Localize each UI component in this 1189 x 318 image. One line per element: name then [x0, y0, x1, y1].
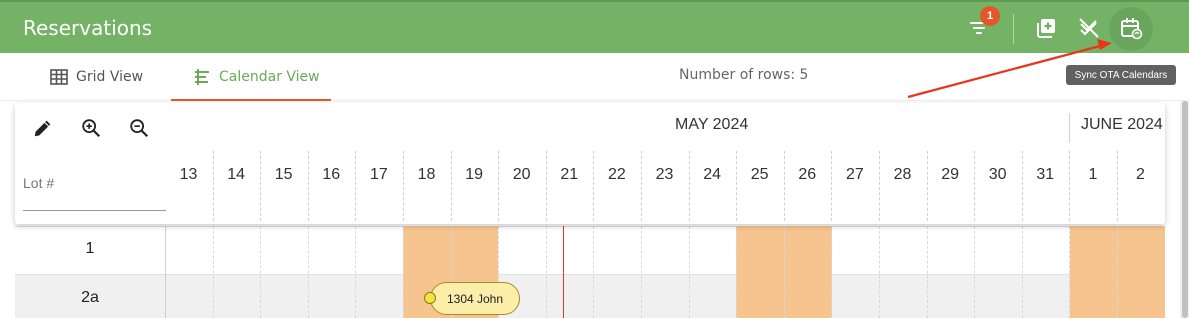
day-label: 17 — [369, 166, 388, 183]
month-label: JUNE 2024 — [1081, 116, 1163, 133]
day-label: 13 — [179, 166, 198, 183]
day-separator — [879, 151, 880, 221]
sync-calendar-icon[interactable] — [1117, 14, 1145, 42]
day-label: 20 — [512, 166, 531, 183]
day-grid-line — [1117, 226, 1118, 318]
day-separator — [831, 151, 833, 221]
filter-badge: 1 — [980, 6, 1000, 26]
day-grid-line — [831, 226, 833, 318]
day-separator — [212, 151, 214, 221]
day-label: 22 — [607, 166, 626, 183]
day-label: 18 — [417, 166, 436, 183]
day-grid-line — [926, 226, 928, 318]
day-separator — [736, 151, 738, 221]
day-label: 29 — [941, 166, 959, 183]
day-grid-line — [879, 226, 880, 318]
day-label: 28 — [893, 166, 912, 183]
day-separator — [403, 151, 404, 221]
day-separator — [641, 151, 642, 221]
day-separator — [688, 151, 690, 221]
lot-column-divider — [165, 226, 166, 318]
day-label: 23 — [655, 166, 674, 183]
tab-calendar-view[interactable]: Calendar View — [193, 53, 320, 101]
zoom-in-icon[interactable] — [76, 113, 106, 143]
month-separator — [1069, 113, 1070, 143]
day-grid-line — [212, 226, 214, 318]
grid-icon — [50, 69, 68, 85]
lot-header: Lot # — [23, 175, 55, 191]
reservation-chip[interactable]: 1304 John — [430, 282, 520, 315]
day-grid-line — [260, 226, 262, 318]
day-label: 27 — [845, 166, 864, 183]
lot-header-underline — [23, 210, 166, 211]
day-separator — [926, 151, 928, 221]
day-label: 15 — [274, 166, 293, 183]
day-grid-line — [783, 226, 785, 318]
day-separator — [1069, 151, 1071, 221]
day-separator — [545, 151, 547, 221]
day-separator — [974, 151, 976, 221]
day-grid-line — [545, 226, 547, 318]
add-reservation-icon[interactable] — [1032, 14, 1060, 42]
day-label: 24 — [703, 166, 721, 183]
day-separator — [783, 151, 785, 221]
calendar-header: MAY 2024 JUNE 2024 Lot # 13 14 15 16 17 18 19 2… — [15, 103, 1165, 224]
sync-tooltip: Sync OTA Calendars — [1066, 65, 1176, 85]
day-separator — [260, 151, 262, 221]
tab-grid-view[interactable]: Grid View — [50, 53, 143, 101]
zoom-out-icon[interactable] — [124, 113, 154, 143]
day-label: 21 — [560, 166, 579, 183]
day-label: 25 — [750, 166, 769, 183]
day-grid-line — [736, 226, 738, 318]
app-header: Reservations 1 — [0, 0, 1189, 53]
day-label: 19 — [465, 166, 483, 183]
unsync-icon[interactable] — [1075, 14, 1103, 42]
day-separator — [307, 151, 309, 221]
day-separator — [1021, 151, 1023, 221]
lot-label: 1 — [85, 240, 95, 257]
today-marker — [563, 226, 564, 318]
day-grid-line — [1069, 226, 1071, 318]
rows-count: Number of rows: 5 — [679, 67, 809, 83]
day-separator — [1117, 151, 1118, 221]
day-grid-line — [307, 226, 309, 318]
view-tabs: Grid View Calendar View Number of rows: … — [0, 53, 1189, 101]
day-grid-line — [1021, 226, 1023, 318]
table-row[interactable] — [15, 274, 1165, 318]
app-title: Reservations — [23, 16, 153, 40]
day-grid-line — [593, 226, 595, 318]
calendar-tree-icon — [195, 69, 209, 85]
day-label: 1 — [1088, 166, 1098, 183]
edit-icon[interactable] — [28, 113, 58, 143]
day-label: 16 — [322, 166, 341, 183]
day-separator — [593, 151, 595, 221]
day-grid-line — [688, 226, 690, 318]
day-separator — [355, 151, 357, 221]
day-separator — [498, 151, 500, 221]
day-label: 2 — [1136, 166, 1145, 183]
month-label: MAY 2024 — [675, 116, 749, 133]
reservation-status-dot — [424, 292, 436, 304]
tab-calendar-view-label: Calendar View — [219, 69, 320, 85]
header-divider — [1013, 14, 1014, 44]
day-separator — [450, 151, 452, 221]
day-grid-line — [641, 226, 642, 318]
day-label: 30 — [988, 166, 1007, 183]
lot-label: 2a — [81, 289, 99, 306]
scrollbar-thumb[interactable] — [1182, 101, 1188, 318]
table-row[interactable] — [15, 226, 1165, 274]
day-grid-line — [355, 226, 357, 318]
day-label: 14 — [227, 166, 245, 183]
day-label: 31 — [1036, 166, 1055, 183]
day-grid-line — [974, 226, 976, 318]
day-grid-line — [403, 226, 404, 318]
tab-grid-view-label: Grid View — [76, 69, 144, 85]
day-label: 26 — [798, 166, 817, 183]
